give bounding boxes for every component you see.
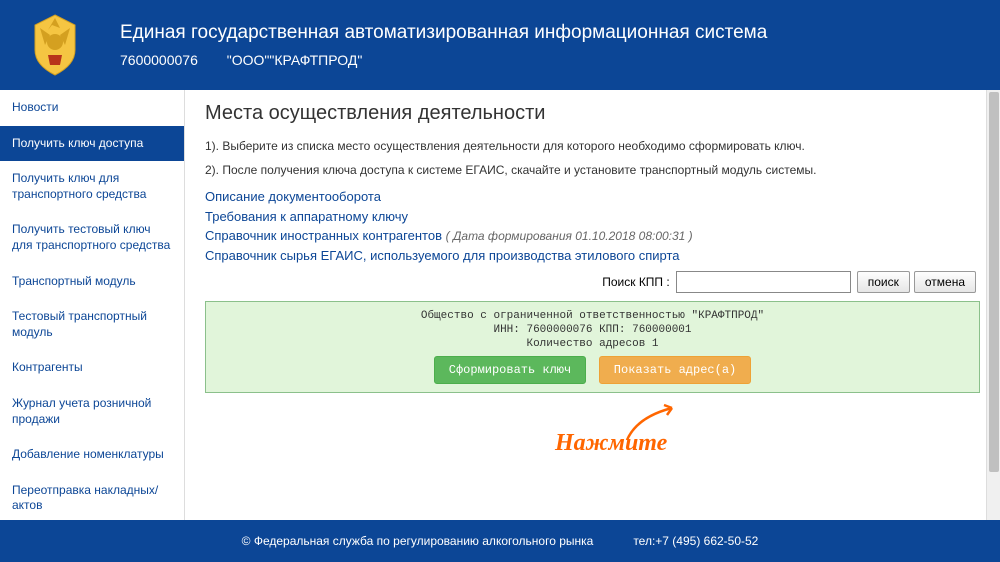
link-foreign-counterparties[interactable]: Справочник иностранных контрагентов [205, 228, 442, 243]
footer-phone: тел:+7 (495) 662-50-52 [633, 534, 758, 548]
nav-get-access-key[interactable]: Получить ключ доступа [0, 126, 184, 162]
org-code: 7600000076 [120, 52, 198, 68]
search-button[interactable]: поиск [857, 271, 910, 293]
org-name: "ООО""КРАФТПРОД" [227, 52, 363, 68]
nav-transport-module[interactable]: Транспортный модуль [0, 264, 184, 300]
cancel-button[interactable]: отмена [914, 271, 976, 293]
link-raw-materials[interactable]: Справочник сырья ЕГАИС, используемого дл… [205, 246, 980, 266]
kpp-search-input[interactable] [676, 271, 851, 293]
page-title: Места осуществления деятельности [205, 102, 980, 125]
record-address-count: Количество адресов 1 [214, 338, 971, 350]
content: Места осуществления деятельности 1). Выб… [185, 90, 1000, 520]
nav-news[interactable]: Новости [0, 90, 184, 126]
nav-resend-invoices[interactable]: Переотправка накладных/актов [0, 473, 184, 524]
app-title: Единая государственная автоматизированна… [120, 22, 767, 44]
nav-counterparties[interactable]: Контрагенты [0, 350, 184, 386]
nav-get-vehicle-key[interactable]: Получить ключ для транспортного средства [0, 161, 184, 212]
instruction-1: 1). Выберите из списка место осуществлен… [205, 139, 980, 153]
nav-get-test-vehicle-key[interactable]: Получить тестовый ключ для транспортного… [0, 212, 184, 263]
link-date-note: ( Дата формирования 01.10.2018 08:00:31 … [446, 229, 693, 243]
footer-copyright: © Федеральная служба по регулированию ал… [242, 534, 594, 548]
link-doc-workflow[interactable]: Описание документооборота [205, 187, 980, 207]
nav-test-transport-module[interactable]: Тестовый транспортный модуль [0, 299, 184, 350]
nav-retail-journal[interactable]: Журнал учета розничной продажи [0, 386, 184, 437]
footer: © Федеральная служба по регулированию ал… [0, 520, 1000, 562]
record-org-name: Общество с ограниченной ответственностью… [214, 310, 971, 322]
scroll-thumb[interactable] [989, 92, 999, 472]
nav-add-nomenclature[interactable]: Добавление номенклатуры [0, 437, 184, 473]
record-inn-kpp: ИНН: 7600000076 КПП: 760000001 [214, 324, 971, 336]
emblem-logo [20, 10, 90, 80]
instruction-2: 2). После получения ключа доступа к сист… [205, 163, 980, 177]
search-row: Поиск КПП : поиск отмена [205, 271, 980, 293]
annotation-arrow-icon [617, 402, 687, 442]
link-hardware-key-req[interactable]: Требования к аппаратному ключу [205, 207, 980, 227]
generate-key-button[interactable]: Сформировать ключ [434, 356, 586, 384]
scrollbar[interactable] [986, 90, 1000, 520]
annotation-label: Нажмите [555, 430, 667, 457]
header: Единая государственная автоматизированна… [0, 0, 1000, 90]
sidebar: Новости Получить ключ доступа Получить к… [0, 90, 185, 520]
show-addresses-button[interactable]: Показать адрес(а) [599, 356, 751, 384]
organization-record: Общество с ограниченной ответственностью… [205, 301, 980, 393]
search-label: Поиск КПП : [602, 275, 670, 289]
